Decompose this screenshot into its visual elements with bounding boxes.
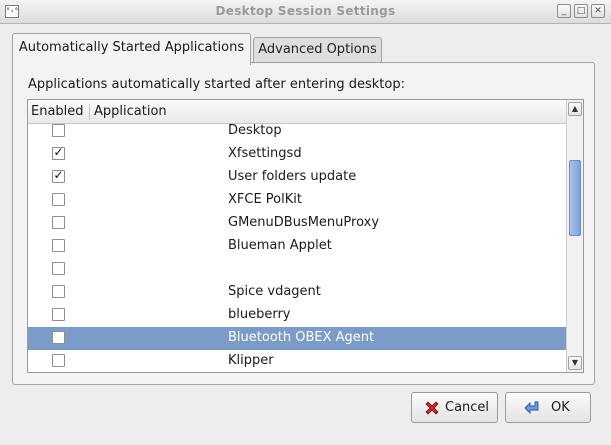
enabled-checkbox[interactable] bbox=[52, 331, 65, 344]
cancel-x-icon bbox=[425, 401, 439, 415]
enabled-checkbox[interactable] bbox=[52, 239, 65, 252]
chevron-down-icon: ▼ bbox=[571, 358, 579, 367]
table-row[interactable] bbox=[28, 258, 566, 281]
cancel-button[interactable]: Cancel bbox=[411, 392, 498, 423]
minimize-button[interactable]: _ bbox=[557, 4, 571, 18]
enabled-checkbox[interactable] bbox=[52, 285, 65, 298]
table-row[interactable]: Desktop bbox=[28, 124, 566, 143]
table-row[interactable]: Spice vdagent bbox=[28, 281, 566, 304]
column-header-enabled[interactable]: Enabled bbox=[31, 104, 84, 119]
application-name: Blueman Applet bbox=[228, 238, 332, 253]
maximize-button[interactable]: □ bbox=[574, 4, 588, 18]
close-icon: ✕ bbox=[594, 6, 602, 16]
ok-label: OK bbox=[551, 400, 570, 415]
enabled-checkbox[interactable] bbox=[52, 124, 65, 137]
description-label: Applications automatically started after… bbox=[28, 77, 405, 92]
title-bar: °‹° Desktop Session Settings _ □ ✕ bbox=[0, 0, 611, 24]
window-title: Desktop Session Settings bbox=[215, 4, 396, 18]
application-name: Klipper bbox=[228, 353, 274, 368]
application-name: Spice vdagent bbox=[228, 284, 321, 299]
enabled-checkbox[interactable] bbox=[52, 262, 65, 275]
maximize-icon: □ bbox=[576, 6, 586, 16]
table-row[interactable]: GMenuDBusMenuProxy bbox=[28, 212, 566, 235]
table-row[interactable]: blueberry bbox=[28, 304, 566, 327]
enabled-checkbox[interactable]: ✓ bbox=[52, 168, 65, 183]
application-name: Desktop bbox=[228, 124, 282, 138]
column-header: Enabled Application bbox=[28, 100, 566, 124]
close-button[interactable]: ✕ bbox=[591, 4, 605, 18]
enabled-checkbox[interactable] bbox=[52, 216, 65, 229]
ok-arrow-icon bbox=[524, 401, 539, 415]
tab-automatically-started-applications[interactable]: Automatically Started Applications bbox=[12, 33, 251, 65]
table-row[interactable]: Blueman Applet bbox=[28, 235, 566, 258]
table-row[interactable]: Bluetooth OBEX Agent bbox=[28, 327, 566, 350]
table-row[interactable]: ✓ Xfsettingsd bbox=[28, 143, 566, 166]
application-name: User folders update bbox=[228, 169, 357, 184]
chevron-up-icon: ▲ bbox=[571, 104, 579, 113]
cancel-label: Cancel bbox=[445, 400, 490, 415]
application-name: Xfsettingsd bbox=[228, 146, 302, 161]
enabled-checkbox[interactable]: ✓ bbox=[52, 145, 65, 160]
vertical-scrollbar[interactable]: ▲ ▼ bbox=[566, 100, 583, 372]
ok-button[interactable]: OK bbox=[505, 392, 591, 423]
application-name: Bluetooth OBEX Agent bbox=[228, 330, 375, 345]
check-icon: ✓ bbox=[53, 145, 64, 159]
application-name: blueberry bbox=[228, 307, 291, 322]
application-name: XFCE PolKit bbox=[228, 192, 302, 207]
scroll-thumb[interactable] bbox=[569, 160, 581, 236]
enabled-checkbox[interactable] bbox=[52, 354, 65, 367]
table-row[interactable]: ✓ User folders update bbox=[28, 166, 566, 189]
column-header-application[interactable]: Application bbox=[94, 104, 167, 119]
enabled-checkbox[interactable] bbox=[52, 308, 65, 321]
table-row[interactable]: XFCE PolKit bbox=[28, 189, 566, 212]
application-name: GMenuDBusMenuProxy bbox=[228, 215, 380, 230]
minimize-icon: _ bbox=[561, 6, 567, 16]
scroll-up-button[interactable]: ▲ bbox=[568, 102, 582, 116]
tab-advanced-options[interactable]: Advanced Options bbox=[253, 37, 382, 63]
column-separator bbox=[89, 104, 90, 120]
list-rows: Desktop ✓ Xfsettingsd ✓ User folders update X… bbox=[28, 124, 566, 372]
enabled-checkbox[interactable] bbox=[52, 193, 65, 206]
autostart-list: Enabled Application Desktop ✓ Xfsettingsd ✓… bbox=[27, 99, 584, 373]
check-icon: ✓ bbox=[53, 168, 64, 182]
scroll-down-button[interactable]: ▼ bbox=[568, 356, 582, 370]
table-row[interactable]: Klipper bbox=[28, 350, 566, 372]
